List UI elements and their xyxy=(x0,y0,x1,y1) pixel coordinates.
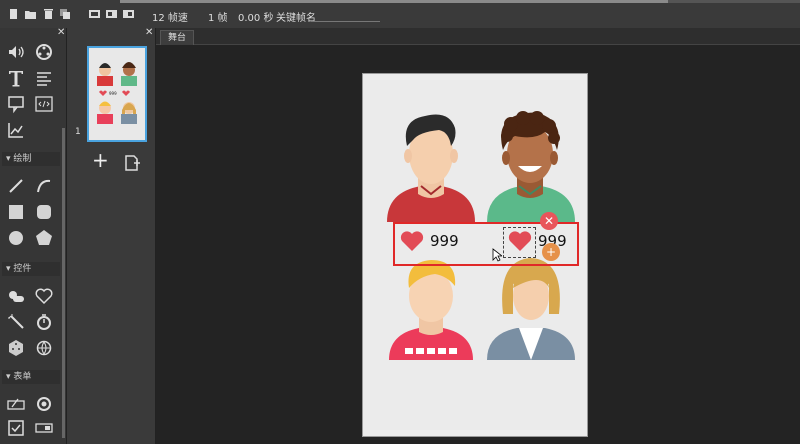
control-section-header[interactable]: ▾ 控件 xyxy=(2,262,60,276)
fps-display: 12 帧速 xyxy=(152,13,188,24)
mouse-cursor-icon xyxy=(492,248,502,262)
frame-icon[interactable] xyxy=(89,9,100,19)
draw-section-label: 绘制 xyxy=(13,154,32,164)
speech-bubble-icon[interactable] xyxy=(6,94,26,114)
frames-close-icon[interactable]: ✕ xyxy=(145,27,153,38)
form-section-header[interactable]: ▾ 表单 xyxy=(2,370,60,384)
circle-icon[interactable] xyxy=(6,228,26,248)
toggle-icon[interactable] xyxy=(34,418,54,438)
avatar-boy-pink-shirt xyxy=(389,260,473,360)
component-dashed-outline[interactable] xyxy=(503,227,536,258)
chart-icon[interactable] xyxy=(6,120,26,140)
top-toolbar: 12 帧速 1 帧 0.00 秒 关键帧名 xyxy=(0,0,800,29)
draw-section-header[interactable]: ▾ 绘制 xyxy=(2,152,60,166)
tab-stage[interactable]: 舞台 xyxy=(160,30,194,45)
switch-icon[interactable] xyxy=(6,286,26,306)
open-folder-icon[interactable] xyxy=(25,9,36,19)
avatar-man-red-shirt xyxy=(387,114,475,222)
timer-icon[interactable] xyxy=(34,312,54,332)
frame-number: 1 xyxy=(75,127,81,137)
text-icon[interactable] xyxy=(6,68,26,88)
time-display: 0.00 秒 xyxy=(238,13,274,24)
add-frame-button[interactable]: + xyxy=(92,150,109,170)
tool-panel-scrollbar[interactable] xyxy=(62,128,65,438)
rectangle-icon[interactable] xyxy=(6,202,26,222)
checkbox-icon[interactable] xyxy=(6,418,26,438)
line-icon[interactable] xyxy=(6,176,26,196)
close-icon[interactable]: ✕ xyxy=(57,27,65,38)
control-section-label: 控件 xyxy=(13,264,32,274)
pentagon-icon[interactable] xyxy=(34,228,54,248)
html-code-icon[interactable] xyxy=(34,94,54,114)
rounded-rectangle-icon[interactable] xyxy=(34,202,54,222)
globe-icon[interactable] xyxy=(34,338,54,358)
avatar-man-green-shirt xyxy=(487,111,575,222)
tool-panel: ✕ ▾ 绘制 ▾ 控件 ▾ 表单 xyxy=(0,27,67,444)
avatar-woman-grey-blazer xyxy=(487,258,575,360)
top-scroll-track-end xyxy=(668,0,800,3)
radio-button-icon[interactable] xyxy=(34,394,54,414)
input-field-icon[interactable] xyxy=(6,394,26,414)
new-file-icon[interactable] xyxy=(8,9,19,19)
top-scroll-track[interactable] xyxy=(120,0,668,3)
add-badge-icon[interactable]: + xyxy=(542,243,560,261)
delete-badge-icon[interactable]: ✕ xyxy=(540,212,558,230)
dice-icon[interactable] xyxy=(6,338,26,358)
frame-display: 1 帧 xyxy=(208,13,228,24)
frames-panel: ✕ 999 1 + xyxy=(67,27,156,444)
frame-thumbnail[interactable]: 999 xyxy=(87,46,147,142)
magic-wand-icon[interactable] xyxy=(6,312,26,332)
stage-tab-bar: 舞台 xyxy=(156,28,800,45)
sound-icon[interactable] xyxy=(6,42,26,62)
copy-icon[interactable] xyxy=(60,9,71,19)
delete-icon[interactable] xyxy=(43,9,54,19)
frame-thumbnail-preview: 999 xyxy=(97,62,137,124)
insert-frame-icon[interactable] xyxy=(123,154,141,172)
form-section-label: 表单 xyxy=(13,372,32,382)
paragraph-icon[interactable] xyxy=(34,68,54,88)
keyframe-name-underline xyxy=(311,21,380,22)
frame-paste-icon[interactable] xyxy=(123,9,134,19)
thumb-like-count: 999 xyxy=(109,91,117,96)
video-icon[interactable] xyxy=(34,42,54,62)
frame-copy-icon[interactable] xyxy=(106,9,117,19)
heart-icon[interactable] xyxy=(34,286,54,306)
keyframe-name-label: 关键帧名 xyxy=(276,13,316,24)
curve-icon[interactable] xyxy=(34,176,54,196)
